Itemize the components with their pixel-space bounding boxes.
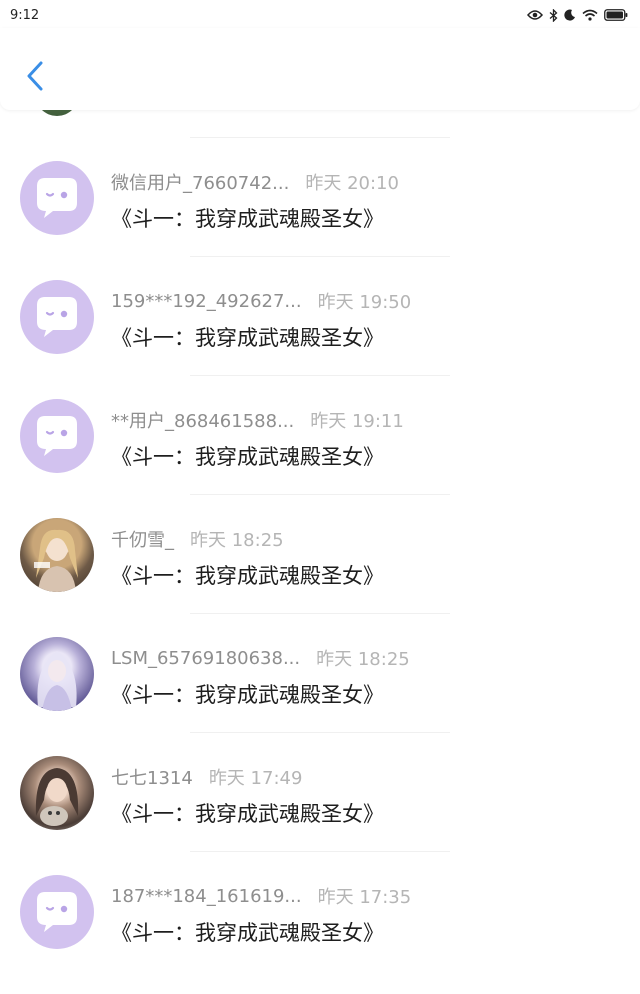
- avatar[interactable]: [20, 756, 94, 830]
- message-header: LSM_65769180638... 昨天 18:25: [111, 646, 410, 671]
- bluetooth-icon: [549, 8, 558, 22]
- divider: [190, 375, 450, 376]
- message-header: 七七1314 昨天 17:49: [111, 765, 302, 789]
- sender-name: 千仞雪_: [111, 530, 174, 551]
- message-row[interactable]: 187***184_161619... 昨天 17:35 《斗一：我穿成武魂殿圣…: [0, 875, 640, 994]
- default-avatar-icon: [37, 178, 77, 218]
- message-time: 昨天 17:49: [208, 768, 303, 789]
- message-text: 《斗一：我穿成武魂殿圣女》: [111, 445, 384, 469]
- moon-icon: [564, 9, 575, 21]
- status-time: 9:12: [10, 7, 40, 23]
- sender-name: 七七1314: [111, 768, 193, 789]
- sender-name: 159***192_492627...: [111, 290, 302, 312]
- header-bar: [0, 28, 640, 110]
- message-text: 《斗一：我穿成武魂殿圣女》: [111, 921, 384, 945]
- sender-name: LSM_65769180638...: [111, 647, 301, 669]
- default-avatar-icon: [37, 297, 77, 337]
- user-photo: [37, 651, 77, 711]
- message-text: 《斗一：我穿成武魂殿圣女》: [111, 802, 384, 826]
- message-text: 《斗一：我穿成武魂殿圣女》: [111, 207, 384, 231]
- message-time: 昨天 17:35: [317, 887, 412, 908]
- user-photo: [35, 768, 79, 826]
- avatar[interactable]: [20, 518, 94, 592]
- battery-icon: [604, 9, 628, 21]
- message-time: 昨天 18:25: [190, 530, 284, 551]
- status-bar: 9:12: [0, 0, 640, 30]
- message-text: 《斗一：我穿成武魂殿圣女》: [111, 683, 384, 707]
- message-row[interactable]: 微信用户_7660742... 昨天 20:10 《斗一：我穿成武魂殿圣女》: [0, 161, 640, 280]
- default-avatar-icon: [37, 892, 77, 932]
- user-photo: [34, 529, 78, 592]
- message-text: 《斗一：我穿成武魂殿圣女》: [111, 564, 384, 588]
- divider: [190, 494, 450, 495]
- status-icons: [527, 8, 628, 22]
- chevron-left-icon: [27, 61, 43, 91]
- message-time: 昨天 19:50: [317, 292, 412, 313]
- eye-icon: [527, 10, 543, 20]
- message-row[interactable]: 千仞雪_ 昨天 18:25 《斗一：我穿成武魂殿圣女》: [0, 518, 640, 637]
- message-time: 昨天 19:11: [310, 411, 404, 432]
- back-button[interactable]: [18, 56, 52, 96]
- divider: [190, 851, 450, 852]
- message-text: 《斗一：我穿成武魂殿圣女》: [111, 326, 384, 350]
- divider: [190, 137, 450, 138]
- message-header: 187***184_161619... 昨天 17:35: [111, 884, 412, 909]
- message-header: 微信用户_7660742... 昨天 20:10: [111, 170, 399, 194]
- message-row[interactable]: 七七1314 昨天 17:49 《斗一：我穿成武魂殿圣女》: [0, 756, 640, 875]
- message-time: 昨天 18:25: [316, 649, 410, 670]
- message-header: 159***192_492627... 昨天 19:50: [111, 289, 412, 314]
- default-avatar-icon: [37, 416, 77, 456]
- divider: [190, 732, 450, 733]
- divider: [190, 613, 450, 614]
- avatar[interactable]: [20, 875, 94, 949]
- message-row[interactable]: LSM_65769180638... 昨天 18:25 《斗一：我穿成武魂殿圣女…: [0, 637, 640, 756]
- message-header: **用户_868461588... 昨天 19:11: [111, 408, 404, 432]
- message-row[interactable]: **用户_868461588... 昨天 19:11 《斗一：我穿成武魂殿圣女》: [0, 399, 640, 518]
- avatar[interactable]: [20, 399, 94, 473]
- divider: [190, 256, 450, 257]
- avatar[interactable]: [20, 637, 94, 711]
- wifi-icon: [582, 9, 598, 21]
- sender-name: 187***184_161619...: [111, 885, 302, 907]
- avatar[interactable]: [20, 280, 94, 354]
- avatar[interactable]: [20, 161, 94, 235]
- message-header: 千仞雪_ 昨天 18:25: [111, 527, 284, 551]
- sender-name: **用户_868461588...: [111, 411, 295, 432]
- sender-name: 微信用户_7660742...: [111, 173, 290, 194]
- message-row[interactable]: 159***192_492627... 昨天 19:50 《斗一：我穿成武魂殿圣…: [0, 280, 640, 399]
- message-time: 昨天 20:10: [305, 173, 399, 194]
